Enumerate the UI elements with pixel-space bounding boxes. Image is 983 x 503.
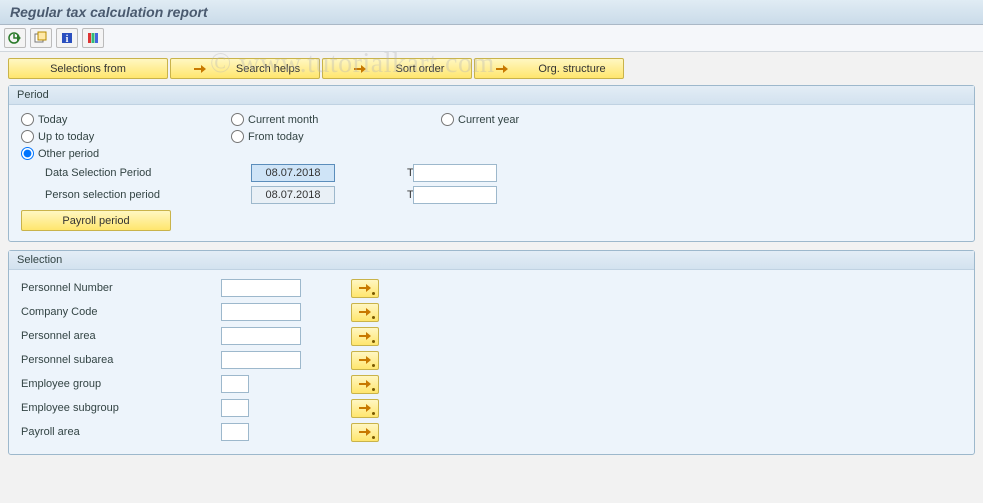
search-helps-button[interactable]: Search helps bbox=[170, 58, 320, 79]
sort-order-label: Sort order bbox=[396, 63, 445, 75]
top-button-row: Selections from Search helps Sort order … bbox=[8, 58, 975, 79]
payroll-period-label: Payroll period bbox=[62, 215, 129, 227]
execute-button[interactable] bbox=[4, 28, 26, 48]
selection-field-label: Personnel area bbox=[21, 330, 221, 342]
arrow-right-icon bbox=[354, 64, 366, 74]
radio-up-to-today[interactable] bbox=[21, 130, 34, 143]
period-panel-header: Period bbox=[9, 86, 974, 105]
org-structure-button[interactable]: Org. structure bbox=[474, 58, 624, 79]
svg-text:i: i bbox=[66, 34, 69, 45]
selections-from-button[interactable]: Selections from bbox=[8, 58, 168, 79]
radio-other-period[interactable] bbox=[21, 147, 34, 160]
data-selection-period-input[interactable] bbox=[251, 164, 335, 182]
selection-field-label: Employee subgroup bbox=[21, 402, 221, 414]
info-icon: i bbox=[60, 31, 74, 45]
content-area: Selections from Search helps Sort order … bbox=[0, 52, 983, 469]
selection-field-label: Personnel Number bbox=[21, 282, 221, 294]
layout-icon bbox=[86, 31, 100, 45]
selection-field-input[interactable] bbox=[221, 399, 249, 417]
period-panel: Period Today Current month Current year bbox=[8, 85, 975, 242]
arrow-right-icon bbox=[359, 403, 371, 413]
radio-current-month-label: Current month bbox=[248, 114, 318, 126]
radio-current-month[interactable] bbox=[231, 113, 244, 126]
arrow-right-icon bbox=[359, 283, 371, 293]
app-toolbar: i bbox=[0, 25, 983, 52]
multiple-selection-button[interactable] bbox=[351, 375, 379, 394]
selection-field-input[interactable] bbox=[221, 303, 301, 321]
radio-today-label: Today bbox=[38, 114, 67, 126]
multiple-selection-button[interactable] bbox=[351, 327, 379, 346]
arrow-right-icon bbox=[359, 355, 371, 365]
selection-field-label: Company Code bbox=[21, 306, 221, 318]
selection-field-input[interactable] bbox=[221, 375, 249, 393]
arrow-right-icon bbox=[359, 379, 371, 389]
org-structure-label: Org. structure bbox=[538, 63, 605, 75]
selection-row: Employee subgroup bbox=[21, 396, 962, 420]
selection-field-input[interactable] bbox=[221, 423, 249, 441]
selection-field-input[interactable] bbox=[221, 279, 301, 297]
radio-current-year[interactable] bbox=[441, 113, 454, 126]
selection-field-label: Payroll area bbox=[21, 426, 221, 438]
person-selection-period-input[interactable] bbox=[251, 186, 335, 204]
selection-row: Company Code bbox=[21, 300, 962, 324]
multiple-selection-button[interactable] bbox=[351, 351, 379, 370]
person-selection-period-label: Person selection period bbox=[45, 189, 245, 201]
data-selection-to-input[interactable] bbox=[413, 164, 497, 182]
multiple-selection-button[interactable] bbox=[351, 279, 379, 298]
selection-panel: Selection Personnel Number Company Code Pe… bbox=[8, 250, 975, 455]
variants-icon bbox=[34, 31, 48, 45]
arrow-right-icon bbox=[359, 331, 371, 341]
arrow-right-icon bbox=[359, 427, 371, 437]
radio-today[interactable] bbox=[21, 113, 34, 126]
radio-up-to-today-label: Up to today bbox=[38, 131, 94, 143]
arrow-right-icon bbox=[496, 64, 508, 74]
radio-current-year-label: Current year bbox=[458, 114, 519, 126]
selection-row: Employee group bbox=[21, 372, 962, 396]
selection-field-input[interactable] bbox=[221, 327, 301, 345]
arrow-right-icon bbox=[194, 64, 206, 74]
selection-field-label: Employee group bbox=[21, 378, 221, 390]
multiple-selection-button[interactable] bbox=[351, 399, 379, 418]
page-title: Regular tax calculation report bbox=[0, 0, 983, 25]
multiple-selection-button[interactable] bbox=[351, 423, 379, 442]
multiple-selection-button[interactable] bbox=[351, 303, 379, 322]
radio-other-period-label: Other period bbox=[38, 148, 99, 160]
selection-panel-header: Selection bbox=[9, 251, 974, 270]
variants-button[interactable] bbox=[30, 28, 52, 48]
to-label-2: To bbox=[357, 189, 407, 201]
layout-button[interactable] bbox=[82, 28, 104, 48]
selection-row: Personnel area bbox=[21, 324, 962, 348]
selections-from-label: Selections from bbox=[50, 63, 126, 75]
radio-from-today-label: From today bbox=[248, 131, 304, 143]
to-label-1: To bbox=[357, 167, 407, 179]
selection-field-label: Personnel subarea bbox=[21, 354, 221, 366]
payroll-period-button[interactable]: Payroll period bbox=[21, 210, 171, 231]
selection-field-input[interactable] bbox=[221, 351, 301, 369]
arrow-right-icon bbox=[359, 307, 371, 317]
info-button[interactable]: i bbox=[56, 28, 78, 48]
selection-row: Personnel subarea bbox=[21, 348, 962, 372]
selection-row: Payroll area bbox=[21, 420, 962, 444]
selection-row: Personnel Number bbox=[21, 276, 962, 300]
sort-order-button[interactable]: Sort order bbox=[322, 58, 472, 79]
data-selection-period-label: Data Selection Period bbox=[45, 167, 245, 179]
search-helps-label: Search helps bbox=[236, 63, 300, 75]
radio-from-today[interactable] bbox=[231, 130, 244, 143]
clock-execute-icon bbox=[8, 31, 22, 45]
person-selection-to-input[interactable] bbox=[413, 186, 497, 204]
